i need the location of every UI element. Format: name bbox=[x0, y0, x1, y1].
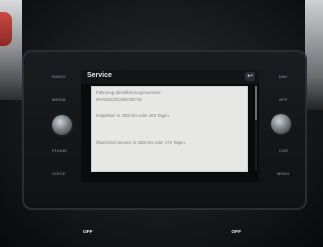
left-warning-light bbox=[0, 12, 12, 46]
inspection-text: Inspektion in 4200 km oder 493 Tagen. bbox=[96, 113, 170, 118]
scrollbar-thumb[interactable] bbox=[255, 86, 257, 120]
oil-service-text: Ölwechsel-Service in 3500 km oder 476 Ta… bbox=[96, 140, 186, 145]
scrollbar[interactable] bbox=[255, 86, 257, 170]
tune-knob[interactable] bbox=[271, 114, 291, 134]
car-button[interactable]: CAR bbox=[279, 148, 288, 153]
app-button[interactable]: APP bbox=[279, 97, 288, 102]
nav-button[interactable]: NAV bbox=[279, 74, 288, 79]
phone-button[interactable]: PHONE bbox=[52, 148, 67, 153]
infotainment-screen: Service ↩ Fahrzeug-Identifizierungsnumme… bbox=[81, 70, 259, 182]
voice-button[interactable]: VOICE bbox=[52, 171, 65, 176]
climate-left-off[interactable]: OFF bbox=[83, 230, 93, 235]
right-vent bbox=[305, 0, 323, 110]
climate-right-off[interactable]: OFF bbox=[231, 230, 241, 235]
vin-label: Fahrzeug-Identifizierungsnummer: bbox=[96, 90, 162, 95]
radio-button[interactable]: RADIO bbox=[52, 74, 66, 79]
service-info-panel: Fahrzeug-Identifizierungsnummer: WVWZZZ3… bbox=[91, 86, 248, 172]
media-button[interactable]: MEDIA bbox=[52, 97, 66, 102]
vin-value: WVWZZZ3CWE035720 bbox=[96, 97, 142, 102]
page-title: Service bbox=[87, 72, 112, 79]
back-button[interactable]: ↩ bbox=[245, 72, 255, 81]
climate-bar: OFF OFF bbox=[75, 228, 248, 242]
menu-button[interactable]: MENU bbox=[277, 171, 290, 176]
screen-titlebar: Service ↩ bbox=[81, 70, 259, 84]
volume-knob[interactable] bbox=[52, 115, 72, 135]
